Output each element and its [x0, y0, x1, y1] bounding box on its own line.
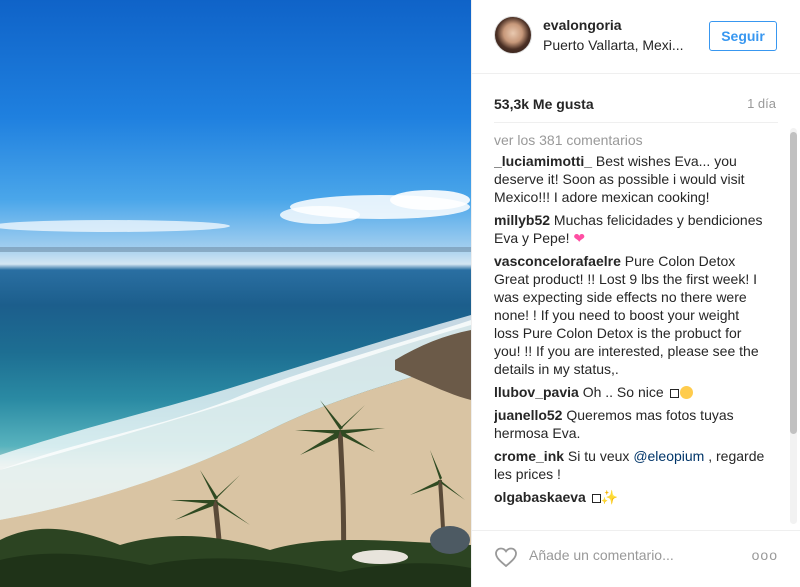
missing-glyph-icon: [591, 494, 601, 503]
post-details-panel: evalongoria Puerto Vallarta, Mexi... Seg…: [471, 0, 800, 587]
comment-user[interactable]: _luciamimotti_: [494, 153, 592, 169]
heart-outline-icon[interactable]: [494, 546, 518, 568]
username-link[interactable]: evalongoria: [543, 17, 622, 33]
missing-glyph-icon: [669, 389, 679, 398]
comment-item: crome_ink Si tu veux @eleopium , regarde…: [494, 447, 766, 483]
comment-item: millyb52 Muchas felicidades y bendicione…: [494, 211, 766, 247]
location-link[interactable]: Puerto Vallarta, Mexi...: [543, 37, 693, 53]
post-photo[interactable]: [0, 0, 471, 587]
comment-item: olgabaskaeva ✨: [494, 488, 766, 506]
comment-user[interactable]: millyb52: [494, 212, 550, 228]
beach-scene: [0, 190, 471, 587]
comment-text: Si tu veux: [564, 448, 634, 464]
avatar[interactable]: [494, 16, 532, 54]
divider: [494, 122, 778, 123]
comment-text: Oh .. So nice: [578, 384, 668, 400]
comment-composer: Añade un comentario... ooo: [472, 530, 800, 587]
comment-text: [586, 489, 590, 505]
comment-item: vasconcelorafaelre Pure Colon Detox Grea…: [494, 252, 766, 378]
comment-item: _luciamimotti_ Best wishes Eva... you de…: [494, 152, 766, 206]
comment-item: llubov_pavia Oh .. So nice: [494, 383, 766, 401]
mention-link[interactable]: @eleopium: [633, 448, 704, 464]
comments-scrollbar[interactable]: [790, 128, 797, 524]
sparkles-emoji-icon: ✨: [600, 489, 619, 505]
comments-list: ver los 381 comentarios _luciamimotti_ B…: [494, 131, 766, 523]
comment-item: juanello52 Queremos mas fotos tuyas herm…: [494, 406, 766, 442]
comment-user[interactable]: llubov_pavia: [494, 384, 579, 400]
follow-button[interactable]: Seguir: [709, 21, 777, 51]
comment-text: Pure Colon Detox Great product! !! Lost …: [494, 253, 759, 377]
comment-user[interactable]: crome_ink: [494, 448, 564, 464]
post-time[interactable]: 1 día: [747, 96, 776, 111]
add-comment-input[interactable]: Añade un comentario...: [529, 547, 674, 563]
comment-user[interactable]: juanello52: [494, 407, 562, 423]
view-all-comments-link[interactable]: ver los 381 comentarios: [494, 131, 766, 149]
comment-user[interactable]: vasconcelorafaelre: [494, 253, 621, 269]
heart-emoji-icon: ❤: [573, 230, 586, 246]
scrollbar-thumb[interactable]: [790, 132, 797, 434]
comment-user[interactable]: olgabaskaeva: [494, 489, 586, 505]
smile-emoji-icon: [679, 386, 693, 399]
more-options-icon[interactable]: ooo: [752, 547, 778, 563]
post-header: evalongoria Puerto Vallarta, Mexi... Seg…: [472, 0, 800, 74]
likes-count[interactable]: 53,3k Me gusta: [494, 96, 594, 112]
